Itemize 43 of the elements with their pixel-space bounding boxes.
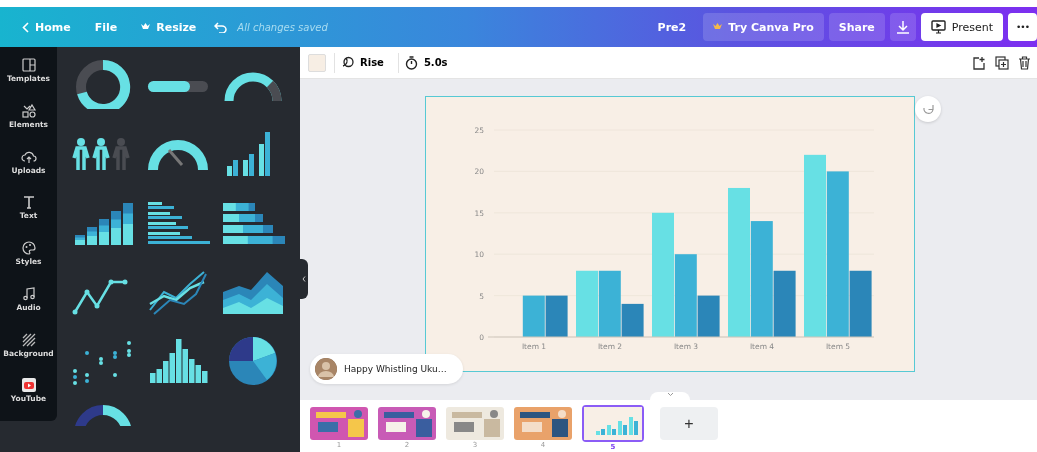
slide-thumbnail[interactable] bbox=[514, 407, 572, 440]
slide-thumbnail[interactable] bbox=[378, 407, 436, 440]
color-swatch[interactable] bbox=[308, 53, 326, 72]
more-button[interactable]: ••• bbox=[1008, 13, 1037, 41]
present-button[interactable]: Present bbox=[920, 13, 1004, 41]
collapse-handle[interactable] bbox=[300, 259, 308, 299]
back-chevron-icon bbox=[22, 21, 29, 33]
bar-chart-icon bbox=[584, 407, 642, 440]
design-title[interactable]: Pre2 bbox=[645, 7, 699, 47]
chevron-left-icon bbox=[302, 276, 306, 282]
slide-thumbnail[interactable] bbox=[310, 407, 368, 440]
animation-button[interactable]: Rise bbox=[334, 52, 390, 73]
shapes-icon bbox=[20, 102, 37, 119]
download-icon bbox=[896, 20, 909, 34]
crown-icon bbox=[141, 23, 151, 31]
duplicate-icon[interactable] bbox=[995, 55, 1009, 70]
layout-icon bbox=[20, 57, 37, 73]
add-page-icon[interactable] bbox=[972, 55, 986, 70]
music-note-icon bbox=[20, 285, 37, 302]
duration-button[interactable]: 5.0s bbox=[397, 52, 454, 73]
video-play-icon bbox=[20, 377, 37, 394]
chart-bar bbox=[545, 295, 568, 337]
save-status: All changes saved bbox=[237, 21, 328, 33]
hatch-icon bbox=[20, 331, 37, 348]
chevron-down-icon bbox=[666, 392, 674, 397]
avatar-icon bbox=[315, 358, 337, 380]
pages-toggle[interactable] bbox=[650, 392, 690, 402]
slide-thumbnail[interactable] bbox=[446, 407, 504, 440]
trash-icon[interactable] bbox=[1018, 55, 1031, 70]
chart-bar bbox=[576, 270, 598, 337]
slide-thumbnail[interactable] bbox=[582, 405, 644, 442]
chart-bar bbox=[522, 295, 545, 337]
animation-icon bbox=[341, 56, 354, 69]
palette-icon bbox=[20, 240, 37, 256]
timer-icon bbox=[404, 55, 418, 70]
collaborator-chip[interactable]: Happy Whistling Uku… bbox=[310, 354, 463, 384]
undo-icon[interactable] bbox=[214, 21, 228, 33]
try-pro-button[interactable]: Try Canva Pro bbox=[703, 13, 824, 41]
presentation-screen-icon bbox=[930, 20, 946, 34]
add-page-button[interactable]: + bbox=[660, 407, 718, 440]
download-button[interactable] bbox=[889, 13, 916, 41]
share-button[interactable]: Share bbox=[828, 13, 885, 41]
crown-icon bbox=[713, 23, 723, 31]
